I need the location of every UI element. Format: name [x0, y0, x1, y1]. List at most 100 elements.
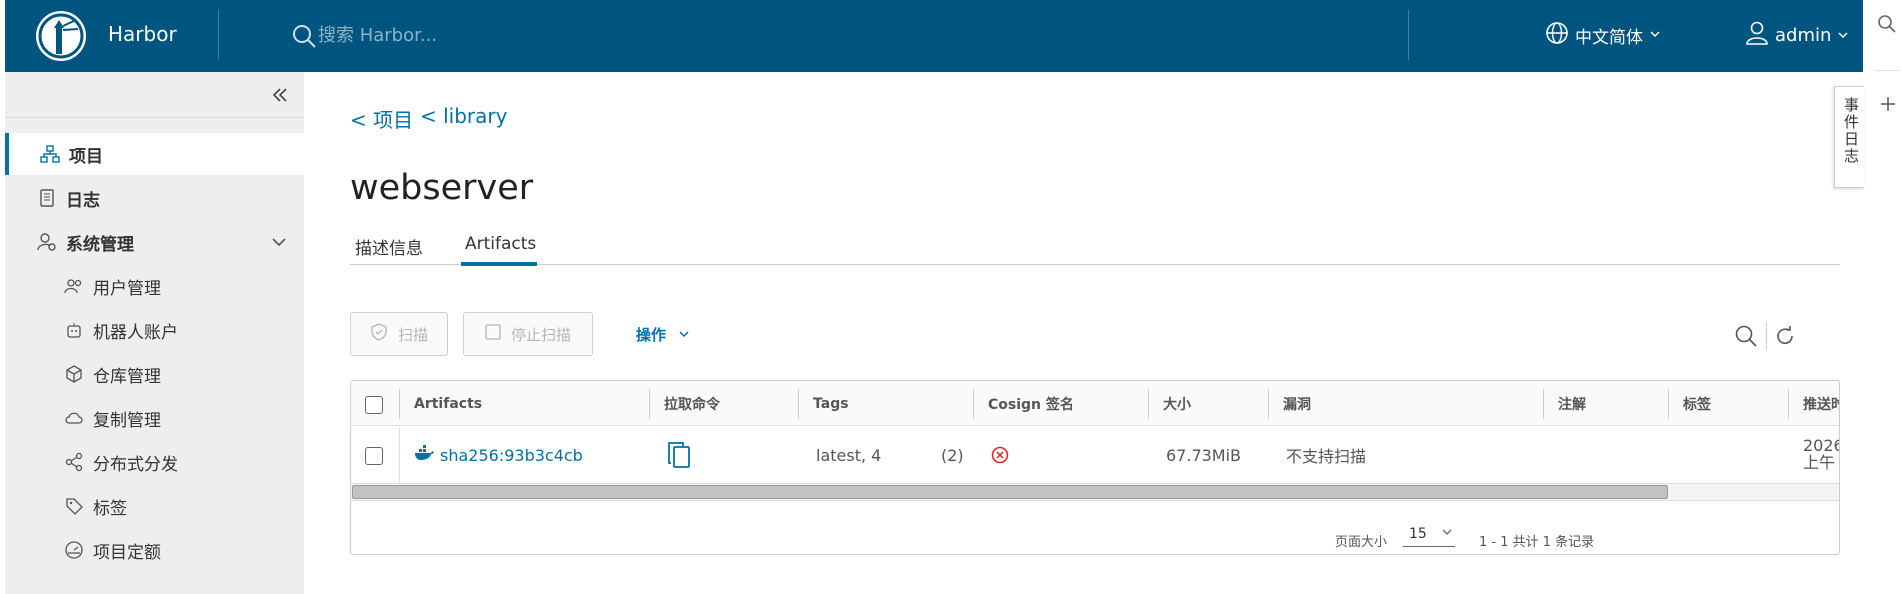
plus-icon[interactable] — [1880, 96, 1896, 116]
tag-count[interactable]: (2) — [941, 435, 964, 475]
cosign-unsigned-icon — [991, 435, 1009, 475]
column-header-annotations[interactable]: 注解 — [1558, 381, 1586, 426]
admin-icon — [36, 231, 58, 253]
cube-icon — [63, 363, 85, 385]
sidebar-item-administration[interactable]: 系统管理 — [5, 221, 304, 263]
column-header-cosign[interactable]: Cosign 签名 — [988, 381, 1074, 426]
divider — [1875, 70, 1899, 71]
sidebar-item-labels[interactable]: 标签 — [5, 485, 304, 527]
user-menu[interactable]: admin — [1745, 18, 1849, 52]
artifact-digest-link[interactable]: sha256:93b3c4cb — [414, 435, 583, 475]
sidebar-item-label: 系统管理 — [66, 234, 134, 255]
size-value: 67.73MiB — [1166, 445, 1242, 465]
event-log-label: 事件日志 — [1842, 97, 1860, 165]
sidebar-item-logs[interactable]: 日志 — [5, 177, 304, 219]
stop-square-icon — [485, 324, 501, 344]
sidebar-item-registries[interactable]: 仓库管理 — [5, 353, 304, 395]
actions-label: 操作 — [636, 326, 667, 344]
harbor-logo-icon[interactable] — [36, 11, 86, 61]
chevron-down-icon — [678, 326, 690, 344]
language-label: 中文简体 — [1575, 27, 1643, 48]
column-header-tags[interactable]: Tags — [813, 381, 849, 426]
sidebar-item-label: 日志 — [66, 190, 100, 211]
column-header-vulnerabilities[interactable]: 漏洞 — [1283, 381, 1311, 426]
sidebar-item-projects[interactable]: 项目 — [5, 133, 304, 175]
globe-icon — [1545, 21, 1569, 50]
pagination-summary: 1 - 1 共计 1 条记录 — [1479, 535, 1595, 550]
tab-artifacts[interactable]: Artifacts — [465, 234, 536, 254]
sidebar-item-label: 用户管理 — [93, 278, 161, 299]
artifact-digest: sha256:93b3c4cb — [440, 445, 583, 465]
language-selector[interactable]: 中文简体 — [1545, 18, 1661, 52]
tab-info[interactable]: 描述信息 — [355, 234, 423, 259]
copy-pull-command-icon[interactable] — [667, 435, 691, 475]
tab-divider — [350, 264, 1840, 265]
column-divider[interactable] — [798, 389, 799, 419]
global-search-input[interactable] — [318, 20, 718, 50]
column-divider[interactable] — [1788, 389, 1789, 419]
artifacts-table: Artifacts 拉取命令 Tags Cosign 签名 大小 漏洞 注解 标… — [350, 380, 1840, 555]
chevron-down-icon[interactable] — [270, 233, 288, 251]
main-content: < 项目 < library webserver 描述信息 Artifacts … — [304, 72, 1863, 594]
column-header-labels[interactable]: 标签 — [1683, 381, 1711, 426]
sidebar-item-distributions[interactable]: 分布式分发 — [5, 441, 304, 483]
column-divider[interactable] — [649, 389, 650, 419]
page-title: webserver — [350, 168, 534, 208]
page-size-select[interactable]: 15 — [1403, 521, 1455, 547]
event-log-tab[interactable]: 事件日志 — [1834, 86, 1864, 188]
search-icon[interactable] — [1734, 324, 1758, 352]
robot-icon — [63, 319, 85, 341]
column-header-pull-command[interactable]: 拉取命令 — [664, 381, 720, 426]
column-header-size[interactable]: 大小 — [1163, 381, 1191, 426]
column-divider[interactable] — [1268, 389, 1269, 419]
search-icon[interactable] — [1877, 14, 1897, 38]
breadcrumb-projects[interactable]: < 项目 — [350, 104, 413, 133]
scan-button[interactable]: 扫描 — [350, 312, 448, 356]
scan-label: 扫描 — [397, 325, 428, 344]
active-tab-indicator — [461, 262, 537, 266]
stop-scan-button[interactable]: 停止扫描 — [463, 312, 593, 356]
shield-icon — [370, 323, 388, 345]
header-divider — [218, 10, 219, 60]
column-divider[interactable] — [1148, 389, 1149, 419]
sidebar-divider — [5, 117, 304, 118]
horizontal-scrollbar[interactable] — [351, 483, 1839, 501]
column-divider — [399, 389, 400, 419]
tags-value: latest, 4 — [816, 445, 882, 465]
search-icon — [291, 22, 319, 50]
collapse-sidebar-icon[interactable] — [269, 84, 291, 106]
log-icon — [36, 187, 58, 209]
select-all-checkbox[interactable] — [365, 396, 383, 414]
top-header: Harbor 中文简体 admin — [5, 0, 1863, 72]
divider — [1766, 322, 1767, 350]
column-divider[interactable] — [1543, 389, 1544, 419]
column-header-artifacts[interactable]: Artifacts — [414, 381, 482, 426]
sidebar-item-project-quotas[interactable]: 项目定额 — [5, 529, 304, 571]
sidebar-item-robot-accounts[interactable]: 机器人账户 — [5, 309, 304, 351]
sidebar-item-label: 项目定额 — [93, 542, 161, 563]
sidebar-item-users[interactable]: 用户管理 — [5, 265, 304, 307]
sidebar-item-replications[interactable]: 复制管理 — [5, 397, 304, 439]
quota-gauge-icon — [63, 539, 85, 561]
page-size-label: 页面大小 — [1335, 535, 1388, 550]
scrollbar-thumb[interactable] — [352, 485, 1668, 499]
breadcrumb-library[interactable]: < library — [420, 104, 507, 128]
sidebar-item-label: 复制管理 — [93, 410, 161, 431]
actions-dropdown[interactable]: 操作 — [636, 324, 690, 345]
sidebar-item-label: 项目 — [69, 146, 103, 167]
tag-icon — [63, 495, 85, 517]
sidebar-item-label: 分布式分发 — [93, 454, 178, 475]
cloud-sync-icon — [63, 407, 85, 429]
docker-whale-icon — [414, 445, 434, 465]
brand-name[interactable]: Harbor — [108, 22, 177, 46]
username-label: admin — [1775, 24, 1832, 46]
sidebar-item-label: 机器人账户 — [93, 322, 178, 343]
column-header-push-time[interactable]: 推送时 — [1803, 381, 1839, 426]
column-divider[interactable] — [1668, 389, 1669, 419]
column-divider[interactable] — [973, 389, 974, 419]
push-time-line: 上午 — [1803, 453, 1836, 472]
share-icon — [63, 451, 85, 473]
users-icon — [63, 275, 85, 297]
row-checkbox[interactable] — [365, 447, 383, 465]
refresh-icon[interactable] — [1773, 324, 1797, 352]
